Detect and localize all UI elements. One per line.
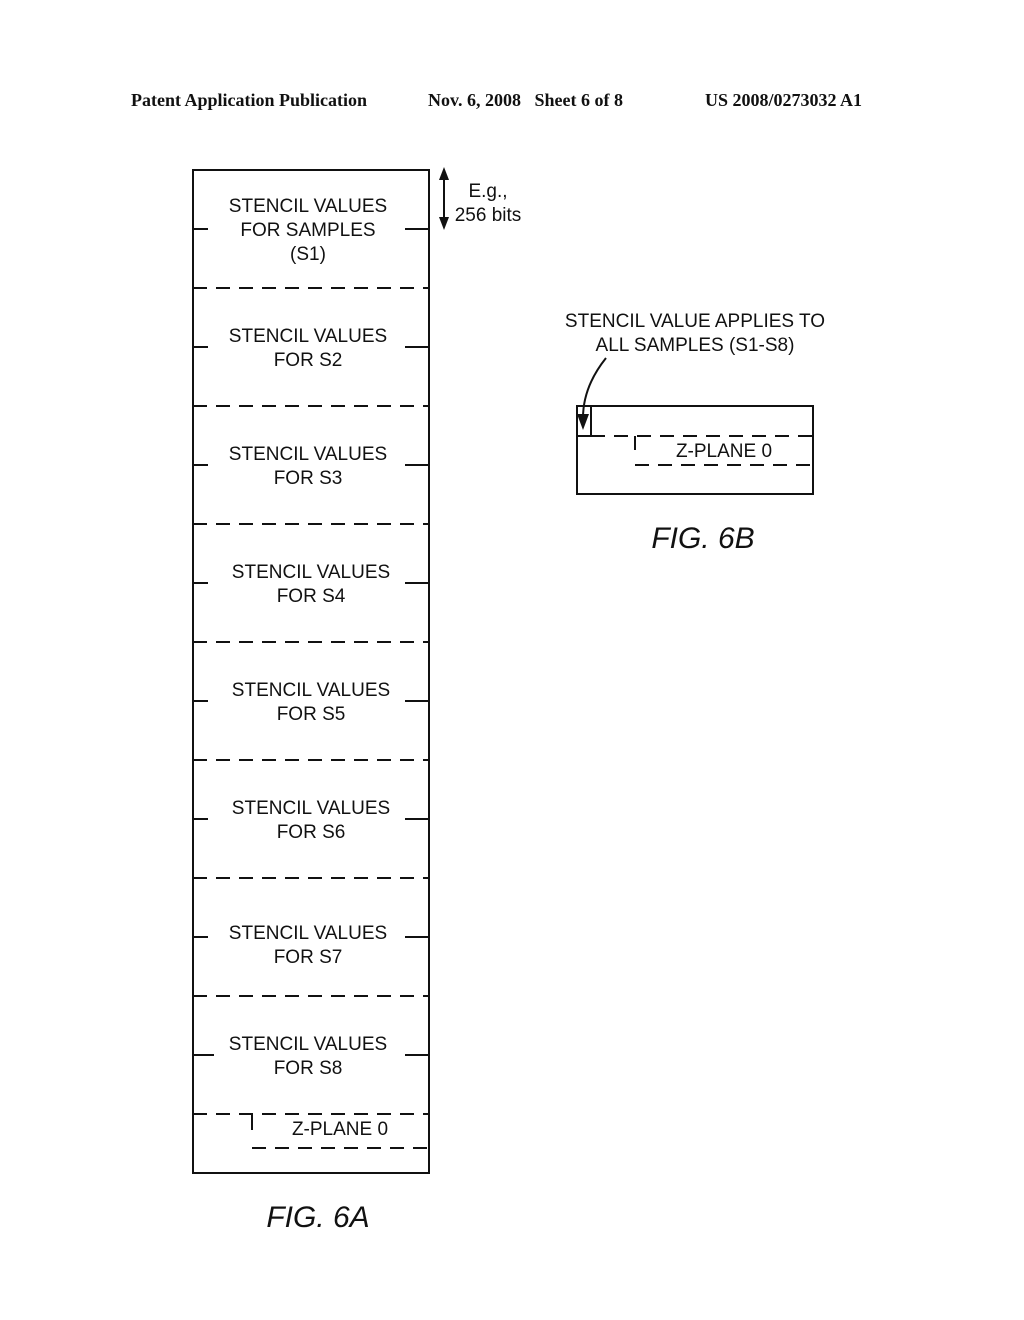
stencil-block-label: STENCIL VALUES (229, 1034, 387, 1055)
stencil-block-label: STENCIL VALUES (232, 562, 390, 583)
stencil-block-label: FOR SAMPLES (240, 220, 375, 241)
arrow-up-icon (439, 167, 449, 180)
fig6b-zplane-label: Z-PLANE 0 (676, 441, 772, 462)
arrow-head-icon (577, 414, 589, 430)
fig6a-zplane-label: Z-PLANE 0 (292, 1119, 388, 1140)
stencil-block-label: STENCIL VALUES (229, 923, 387, 944)
arrow-down-icon (439, 217, 449, 230)
stencil-block-label: FOR S5 (277, 704, 346, 725)
stencil-block-label: STENCIL VALUES (232, 680, 390, 701)
stencil-block-label: FOR S3 (274, 468, 343, 489)
stencil-block-label: FOR S2 (274, 350, 343, 371)
size-note-line1: E.g., (468, 181, 507, 202)
diagram-canvas: STENCIL VALUES FOR SAMPLES (S1) STENCIL VAL… (192, 167, 825, 1234)
stencil-block-label: FOR S4 (277, 586, 346, 607)
size-note-line2: 256 bits (455, 205, 522, 226)
stencil-block-label: STENCIL VALUES (232, 798, 390, 819)
stencil-block-label: FOR S6 (277, 822, 346, 843)
fig6a-caption: FIG. 6A (266, 1201, 369, 1234)
fig6a-memory-block (192, 169, 430, 1174)
fig6b-annotation-line1: STENCIL VALUE APPLIES TO (565, 311, 825, 332)
fig6b-annotation-line2: ALL SAMPLES (S1-S8) (596, 335, 795, 356)
annotation-arrow (582, 357, 607, 419)
stencil-block-label: (S1) (290, 244, 326, 265)
stencil-block-label: STENCIL VALUES (229, 196, 387, 217)
stencil-block-label: STENCIL VALUES (229, 326, 387, 347)
stencil-block-label: STENCIL VALUES (229, 444, 387, 465)
stencil-block-label: FOR S7 (274, 947, 343, 968)
fig6a-block-labels: STENCIL VALUES FOR SAMPLES (S1) STENCIL VAL… (229, 196, 390, 1079)
fig6b-caption: FIG. 6B (651, 522, 754, 555)
stencil-block-label: FOR S8 (274, 1058, 343, 1079)
